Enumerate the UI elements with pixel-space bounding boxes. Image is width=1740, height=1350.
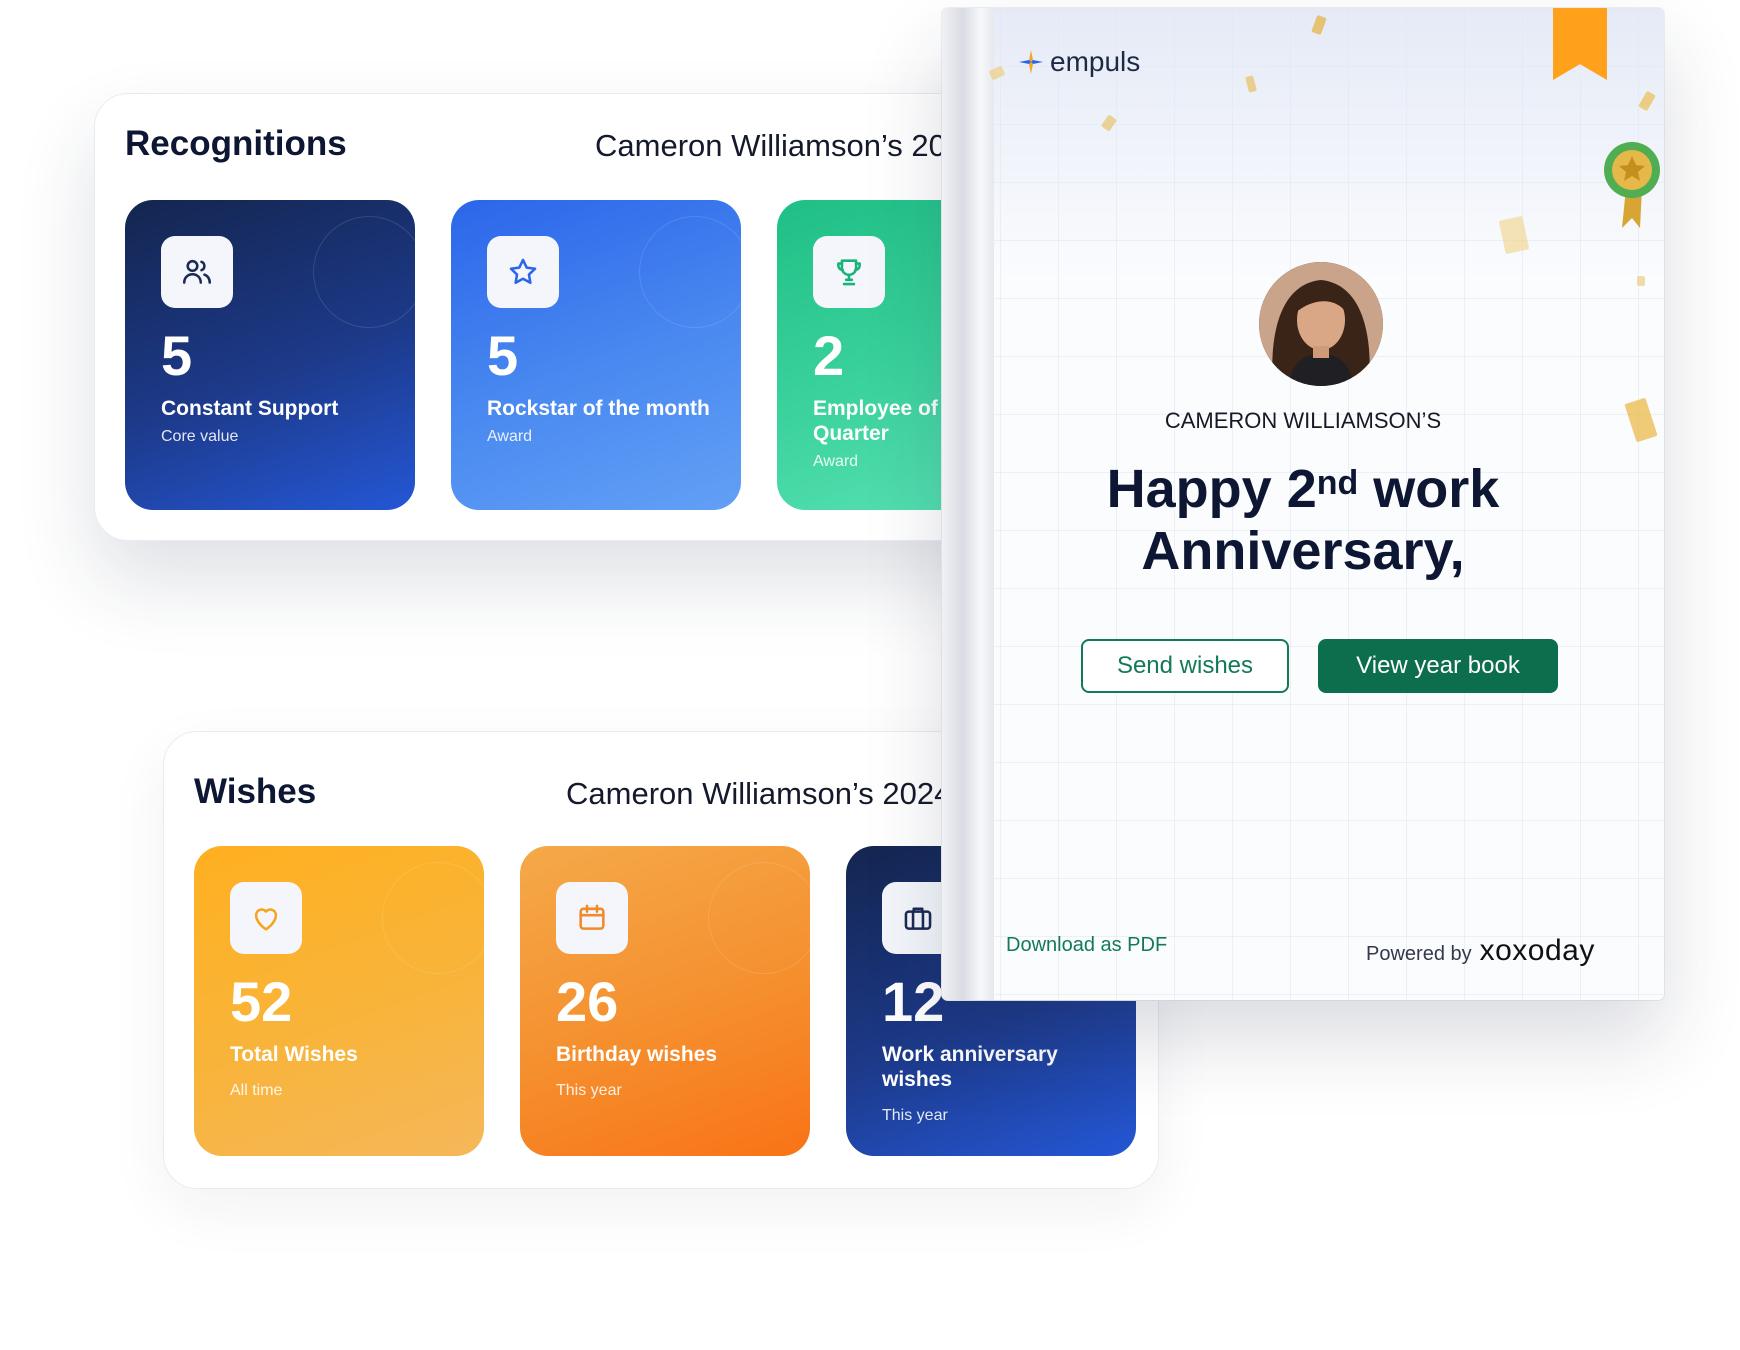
stat-count: 26 (556, 970, 619, 1033)
confetti (1637, 276, 1645, 286)
stat-label: Birthday wishes (556, 1043, 718, 1066)
xoxoday-logo: xoxoday (1479, 934, 1595, 967)
users-icon (161, 236, 233, 308)
card-decoration (382, 862, 484, 974)
profile-avatar (1259, 262, 1383, 386)
card-decoration (708, 862, 810, 974)
bookmark-ribbon (1553, 8, 1607, 80)
constant-support-card[interactable]: 5 Constant Support Core value (125, 200, 415, 510)
stat-sub: Award (813, 453, 859, 470)
wishes-period-select[interactable]: Cameron Williamson’s 2024-25 (566, 776, 996, 812)
powered-label: Powered by (1366, 943, 1472, 965)
confetti (1245, 75, 1257, 93)
confetti (1311, 14, 1327, 36)
stat-count: 2 (813, 324, 845, 387)
headline-ordinal: nd (1316, 464, 1359, 502)
stat-label: Work anniversary wishes (882, 1043, 1058, 1091)
confetti (1100, 114, 1118, 132)
stat-sub: All time (230, 1082, 283, 1099)
download-pdf-link[interactable]: Download as PDF (1006, 934, 1167, 957)
heart-icon (230, 882, 302, 954)
calendar-icon (556, 882, 628, 954)
card-decoration (313, 216, 415, 328)
trophy-icon (813, 236, 885, 308)
stat-sub: Core value (161, 428, 239, 445)
recognitions-panel: Recognitions Cameron Williamson’s 2024-2… (94, 93, 1090, 541)
stat-sub: This year (556, 1082, 622, 1099)
star-icon (487, 236, 559, 308)
empuls-logo-icon (1019, 50, 1043, 74)
yearbook-card: empuls CAMERON WILLIAMSON’S Happy 2nd wo… (942, 8, 1664, 1000)
stat-count: 12 (882, 970, 945, 1033)
headline-text: Happy 2 (1106, 459, 1317, 519)
brand-name: empuls (1050, 46, 1141, 77)
stat-count: 52 (230, 970, 293, 1033)
view-year-book-button[interactable]: View year book (1318, 639, 1558, 693)
anniversary-headline: Happy 2nd work Anniversary, (942, 458, 1664, 582)
stat-count: 5 (487, 324, 519, 387)
stat-count: 5 (161, 324, 193, 387)
confetti (1638, 90, 1656, 112)
confetti (1498, 215, 1530, 255)
stat-label: Rockstar of the month (487, 397, 710, 420)
recognitions-title: Recognitions (125, 124, 347, 163)
empuls-logo: empuls (1018, 46, 1140, 78)
employee-name: CAMERON WILLIAMSON’S (1164, 408, 1442, 433)
stat-sub: This year (882, 1107, 948, 1124)
birthday-wishes-card[interactable]: 26 Birthday wishes This year (520, 846, 810, 1156)
total-wishes-card[interactable]: 52 Total Wishes All time (194, 846, 484, 1156)
wishes-title: Wishes (194, 772, 317, 811)
powered-by: Powered by xoxoday (1366, 934, 1595, 968)
rockstar-card[interactable]: 5 Rockstar of the month Award (451, 200, 741, 510)
card-decoration (639, 216, 741, 328)
send-wishes-button[interactable]: Send wishes (1081, 639, 1289, 693)
badge-icon (1604, 142, 1660, 228)
stat-label: Constant Support (161, 397, 339, 420)
stat-sub: Award (487, 428, 533, 445)
stat-label: Total Wishes (230, 1043, 358, 1066)
